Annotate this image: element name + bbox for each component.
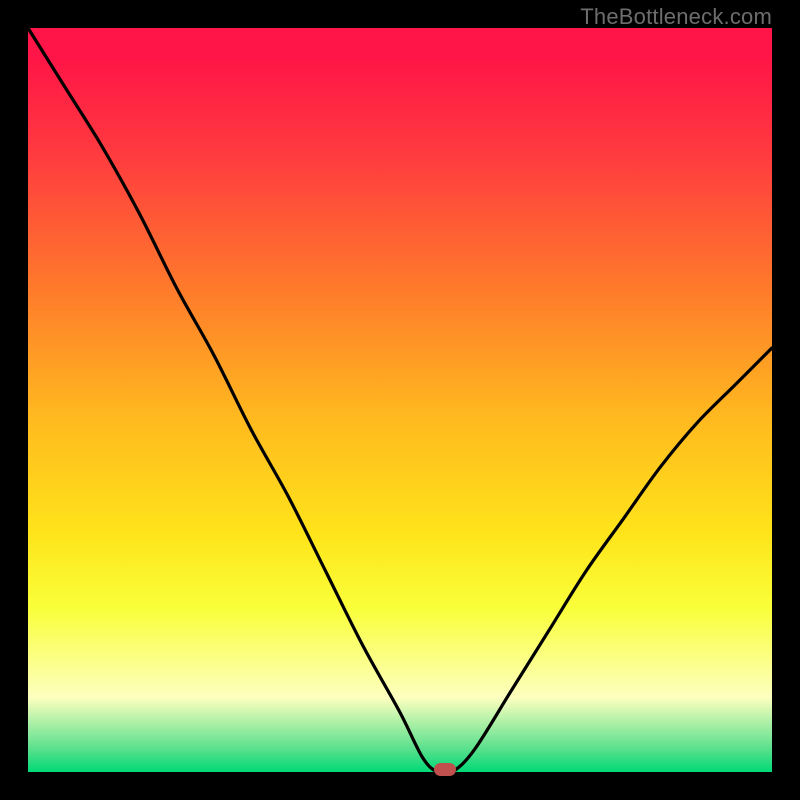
optimal-point-marker <box>434 763 456 776</box>
bottleneck-curve <box>28 28 772 774</box>
watermark-text: TheBottleneck.com <box>580 4 772 30</box>
outer-frame: TheBottleneck.com <box>0 0 800 800</box>
curve-svg <box>28 28 772 772</box>
